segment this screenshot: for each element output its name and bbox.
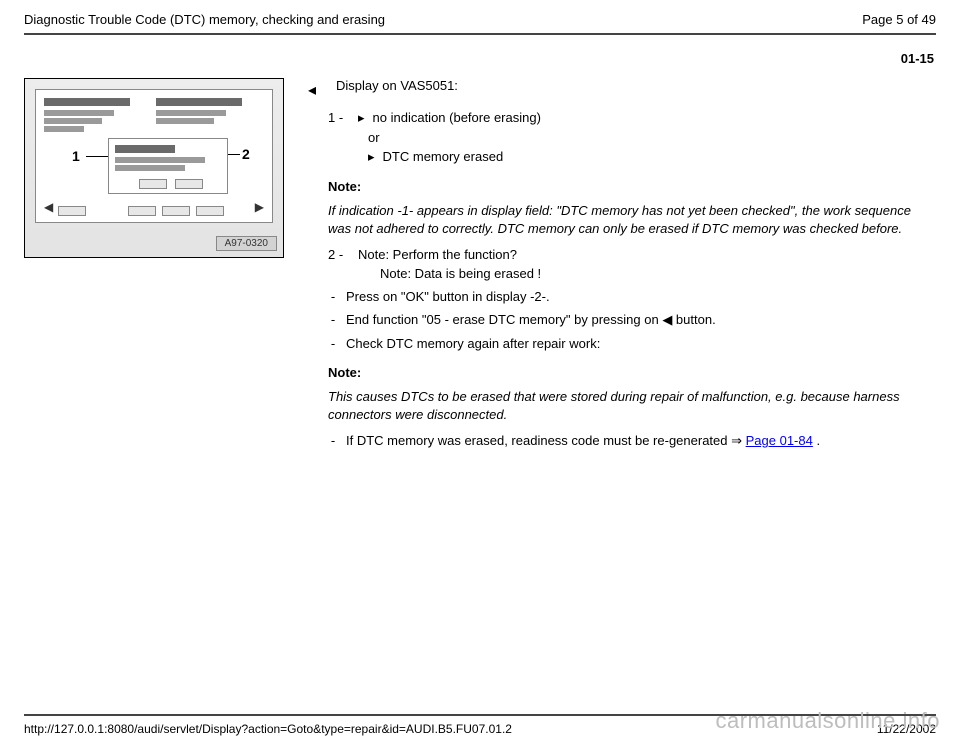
item2-number: 2 - <box>328 247 350 262</box>
item1-text: no indication (before erasing) <box>373 110 541 126</box>
section-number: 01-15 <box>24 35 936 78</box>
dash-icon: - <box>328 336 338 351</box>
footer-url: http://127.0.0.1:8080/audi/servlet/Displ… <box>24 722 512 736</box>
dash-icon: - <box>328 312 338 328</box>
dash2-a: End function "05 - erase DTC memory" by … <box>346 312 662 327</box>
page-link[interactable]: Page 01-84 <box>746 433 813 448</box>
figure: 1 2 ◀ ▶ A97-0320 <box>24 78 284 258</box>
dash2-b: button. <box>672 312 715 327</box>
watermark: carmanualsonline.info <box>715 708 940 734</box>
item2-sub: Note: Data is being erased ! <box>380 266 541 281</box>
item2-text: Note: Perform the function? <box>358 247 517 262</box>
back-arrow-icon: ◀ <box>662 312 672 327</box>
item1-text2: DTC memory erased <box>383 149 504 165</box>
dash2-text: End function "05 - erase DTC memory" by … <box>346 312 716 328</box>
bullet-icon: ▸ <box>358 110 365 126</box>
lead-text: Display on VAS5051: <box>336 78 458 93</box>
dash3-text: Check DTC memory again after repair work… <box>346 336 600 351</box>
dash4-b: . <box>813 433 820 448</box>
page-title: Diagnostic Trouble Code (DTC) memory, ch… <box>24 12 385 27</box>
callout-2: 2 <box>242 146 250 162</box>
figure-screen: 1 2 ◀ ▶ <box>35 89 273 223</box>
dash4-text: If DTC memory was erased, readiness code… <box>346 433 820 449</box>
page-count: Page 5 of 49 <box>862 12 936 27</box>
figure-ref: A97-0320 <box>216 236 277 251</box>
note1-body: If indication -1- appears in display fie… <box>328 202 930 237</box>
lead-arrow-icon: ◂ <box>308 78 316 100</box>
bullet-icon: ▸ <box>368 149 375 165</box>
dash1-text: Press on "OK" button in display -2-. <box>346 289 550 304</box>
item1-or: or <box>368 130 380 145</box>
callout-1: 1 <box>72 148 80 164</box>
item1-number: 1 - <box>328 110 350 126</box>
dash-icon: - <box>328 433 338 449</box>
text-column: ◂ Display on VAS5051: 1 - ▸ no indicatio… <box>308 78 936 457</box>
note2-body: This causes DTCs to be erased that were … <box>328 388 930 423</box>
dash4-a: If DTC memory was erased, readiness code… <box>346 433 746 448</box>
note1-heading: Note: <box>328 179 930 194</box>
note2-heading: Note: <box>328 365 930 380</box>
dash-icon: - <box>328 289 338 304</box>
